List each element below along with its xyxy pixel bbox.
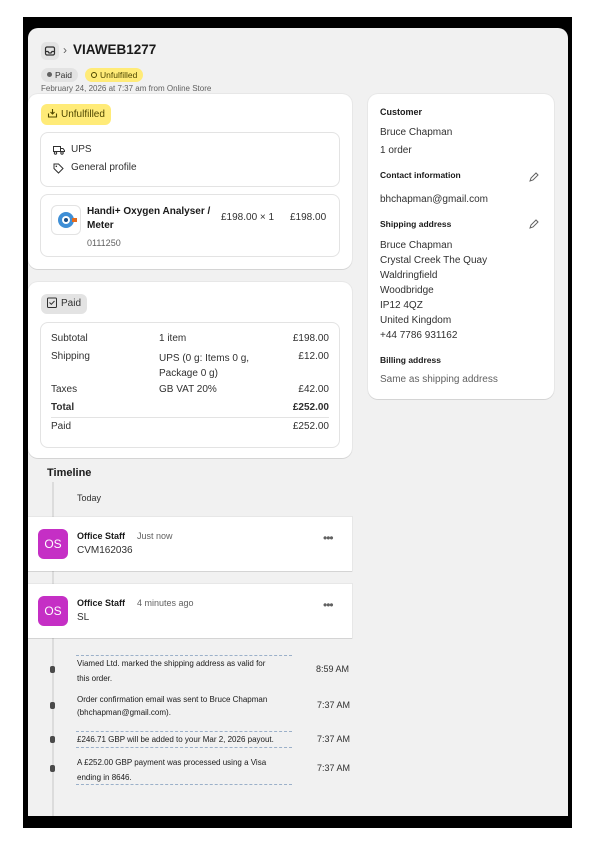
avatar: OS [38,529,68,559]
billing-address-heading: Billing address [380,355,441,365]
timeline-event-dot [50,765,55,772]
paid-status-badge: Paid [41,68,79,82]
customer-heading: Customer [380,107,423,117]
customer-name-link[interactable]: Bruce Chapman [380,127,452,138]
shipping-method-box: UPS General profile [40,132,340,187]
paid-icon [47,297,57,308]
total-label: Total [51,402,75,413]
inbox-icon [44,46,56,56]
contact-heading: Contact information [380,170,461,180]
address-line: IP12 4QZ [380,300,423,311]
shipping-detail: UPS (0 g: Items 0 g, Package 0 g) [159,353,250,379]
timeline-day-label: Today [77,493,102,503]
product-thumbnail[interactable] [51,205,81,235]
timeline-event[interactable]: £246.71 GBP will be added to your Mar 2,… [77,733,274,746]
comment-text: CVM162036 [77,545,133,556]
shipping-address-heading: Shipping address [380,219,452,229]
comment-time: 4 minutes ago [137,598,194,608]
timeline-event-dot [50,666,55,673]
timeline-event[interactable]: A £252.00 GBP payment was processed usin… [77,755,266,785]
edit-icon[interactable] [528,172,539,183]
address-line: Bruce Chapman [380,240,453,251]
payment-paid-badge: Paid [41,294,88,314]
event-underline [76,784,292,785]
product-name-link[interactable]: Handi+ Oxygen Analyser / Meter [87,205,210,233]
paid-amount: £252.00 [292,421,329,432]
taxes-label: Taxes [51,384,78,395]
product-price-qty: £198.00 × 1 [221,212,275,223]
event-time: 7:37 AM [317,734,351,744]
line-item-box: Handi+ Oxygen Analyser / Meter 0111250 £… [40,194,340,257]
breadcrumb-chevron-icon: › [63,43,67,57]
timeline-event[interactable]: Order confirmation email was sent to Bru… [77,693,267,719]
subtotal-label: Subtotal [51,333,88,344]
paid-label: Paid [51,421,72,432]
carrier-name: UPS [71,144,92,155]
event-underline [76,747,292,748]
address-line: Waldringfield [380,270,438,281]
event-time: 7:37 AM [317,763,351,773]
order-meta: February 24, 2026 at 7:37 am from Online… [41,84,212,93]
event-underline [76,655,292,656]
customer-orders: 1 order [380,145,412,156]
product-line-total: £198.00 [290,212,327,223]
tag-icon [53,163,64,174]
event-time: 7:37 AM [317,700,351,710]
timeline-event-dot [50,736,55,743]
fulfillment-icon [47,108,58,119]
summary-divider [51,417,329,418]
back-to-orders-button[interactable] [41,42,59,60]
taxes-amount: £42.00 [298,384,329,395]
subtotal-detail: 1 item [159,333,187,344]
billing-address-text: Same as shipping address [380,374,498,385]
more-icon[interactable]: ••• [323,598,334,612]
shipping-amount: £12.00 [298,351,329,362]
comment-time: Just now [137,531,173,541]
address-line: United Kingdom [380,315,452,326]
product-name-line1: Handi+ Oxygen Analyser / [87,206,211,217]
event-underline [76,731,292,732]
product-name-line2: Meter [87,220,114,231]
shipping-label: Shipping [51,351,90,362]
address-line: Crystal Creek The Quay [380,255,488,266]
avatar: OS [38,596,68,626]
subtotal-amount: £198.00 [292,333,329,344]
order-page: › VIAWEB1277 Paid Unfulfilled February 2… [28,28,568,816]
fulfillment-status-badge: Unfulfilled [85,68,144,82]
event-time: 8:59 AM [316,664,350,674]
comment-author: Office Staff [77,531,126,541]
customer-email-link[interactable]: bhchapman@gmail.com [380,194,488,205]
taxes-detail: GB VAT 20% [159,384,217,395]
address-line: +44 7786 931162 [380,330,458,341]
timeline-event-dot [50,702,55,709]
truck-icon [53,145,65,155]
payment-summary-box: Subtotal 1 item £198.00 Shipping UPS (0 … [40,322,340,448]
timeline-comment: OS Office Staff Just now CVM162036 ••• [28,517,352,571]
fulfillment-card: Unfulfilled UPS General profile Handi+ O… [28,94,352,269]
page-title: VIAWEB1277 [73,42,157,57]
timeline-event[interactable]: Viamed Ltd. marked the shipping address … [77,656,265,686]
payment-card: Paid Subtotal 1 item £198.00 Shipping UP… [28,282,352,458]
shipping-address: Bruce Chapman Crystal Creek The Quay Wal… [380,238,487,343]
edit-icon[interactable] [528,219,539,230]
product-sku: 0111250 [87,238,121,248]
address-line: Woodbridge [380,285,434,296]
customer-card: Customer Bruce Chapman 1 order Contact i… [368,94,554,399]
unfulfilled-badge: Unfulfilled [41,104,111,125]
total-amount: £252.00 [292,402,329,413]
timeline-comment: OS Office Staff 4 minutes ago SL ••• [28,584,352,638]
comment-text: SL [77,612,90,623]
timeline-heading: Timeline [47,467,92,479]
shipping-profile: General profile [71,162,137,173]
comment-author: Office Staff [77,598,126,608]
more-icon[interactable]: ••• [323,531,334,545]
